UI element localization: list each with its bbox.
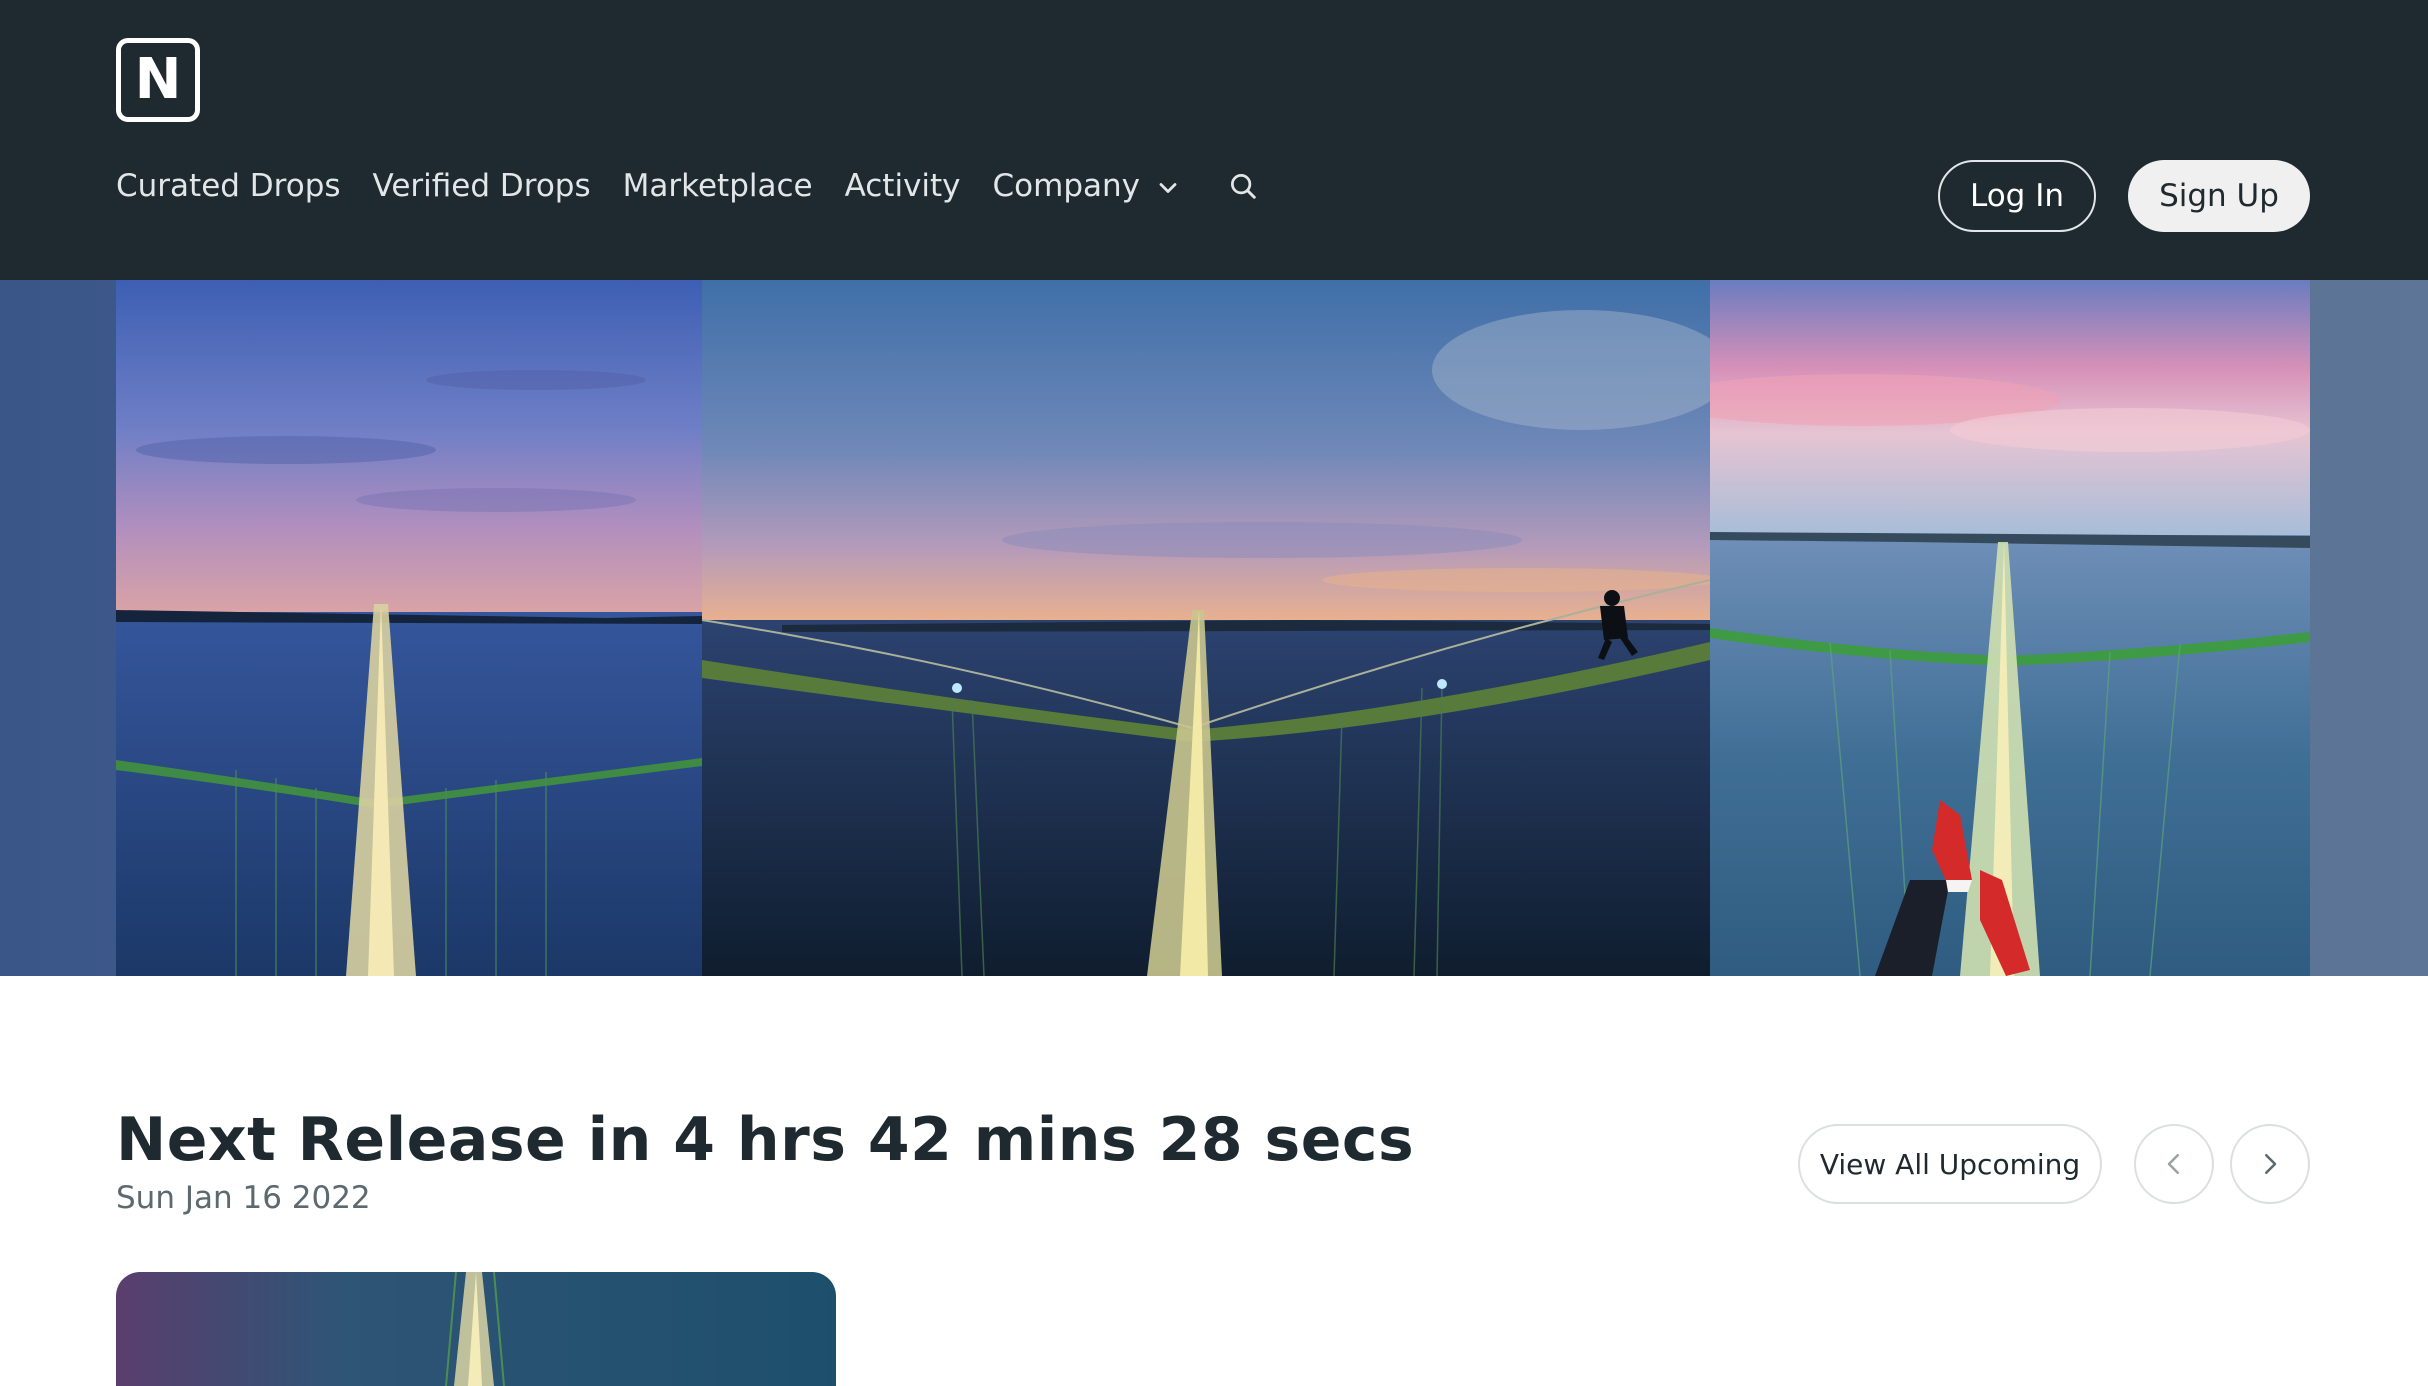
nav-company-dropdown[interactable]: Company: [993, 168, 1182, 204]
bridge-feet-image: [1710, 280, 2310, 976]
nav-verified-drops[interactable]: Verified Drops: [373, 168, 591, 204]
nav-activity[interactable]: Activity: [845, 168, 961, 204]
login-button[interactable]: Log In: [1938, 160, 2096, 232]
carousel-next-button[interactable]: [2230, 1124, 2310, 1204]
release-countdown-title: Next Release in 4 hrs 42 mins 28 secs: [116, 1105, 1415, 1175]
bridge-dusk-image: [116, 280, 702, 976]
carousel-prev-button[interactable]: [2134, 1124, 2214, 1204]
view-all-upcoming-button[interactable]: View All Upcoming: [1798, 1124, 2102, 1204]
signup-button[interactable]: Sign Up: [2128, 160, 2310, 232]
chevron-right-icon: [2265, 1154, 2277, 1174]
bridge-climber-image: [702, 280, 1710, 976]
hero-image-left[interactable]: [116, 280, 702, 976]
nav-curated-drops[interactable]: Curated Drops: [116, 168, 341, 204]
release-date: Sun Jan 16 2022: [116, 1180, 371, 1216]
hero-gallery: [0, 280, 2428, 976]
chevron-left-icon: [2167, 1154, 2179, 1174]
logo[interactable]: N: [116, 38, 200, 122]
nav-marketplace[interactable]: Marketplace: [623, 168, 813, 204]
search-icon[interactable]: [1228, 171, 1258, 201]
hero-image-center[interactable]: [702, 280, 1710, 976]
site-header: N Curated Drops Verified Drops Marketpla…: [0, 0, 2428, 280]
chevron-down-icon: [1159, 183, 1177, 193]
upcoming-drop-image: [116, 1272, 836, 1386]
upcoming-drop-card[interactable]: [116, 1272, 836, 1386]
hero-image-right[interactable]: [1710, 280, 2310, 976]
nav-company-label: Company: [992, 168, 1141, 204]
main-nav: Curated Drops Verified Drops Marketplace…: [116, 168, 1258, 204]
